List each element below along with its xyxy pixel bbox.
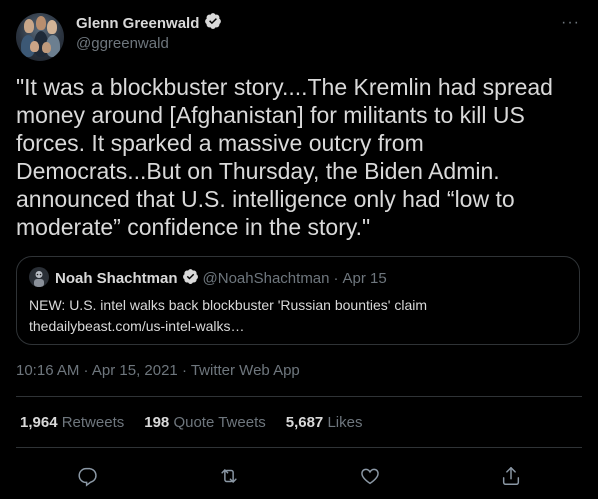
- verified-icon: [204, 12, 222, 35]
- quoted-tweet-header: Noah Shachtman @NoahShachtman · Apr 15: [55, 268, 387, 289]
- action-bar: [0, 462, 598, 492]
- quoted-separator: ·: [333, 270, 339, 287]
- share-icon[interactable]: [500, 465, 522, 487]
- quoted-author-handle: @NoahShachtman: [202, 270, 330, 287]
- tweet-text: "It was a blockbuster story....The Kreml…: [16, 74, 560, 240]
- quote-tweets-stat[interactable]: 198 Quote Tweets: [144, 414, 265, 431]
- like-icon[interactable]: [359, 465, 381, 487]
- quoted-tweet-link[interactable]: thedailybeast.com/us-intel-walks…: [29, 316, 567, 337]
- author-name-row[interactable]: Glenn Greenwald: [76, 12, 222, 35]
- more-icon[interactable]: ···: [561, 14, 580, 32]
- quoted-tweet-text: NEW: U.S. intel walks back blockbuster '…: [29, 297, 428, 313]
- quoted-author-avatar: [29, 267, 49, 287]
- quote-tweets-count: 198: [144, 414, 170, 431]
- quoted-author-name: Noah Shachtman: [55, 270, 178, 287]
- author-handle[interactable]: @ggreenwald: [76, 35, 169, 52]
- retweets-stat[interactable]: 1,964 Retweets: [20, 414, 124, 431]
- likes-stat[interactable]: 5,687 Likes: [286, 414, 363, 431]
- quoted-date: Apr 15: [342, 270, 387, 287]
- divider: [16, 447, 582, 448]
- author-name[interactable]: Glenn Greenwald: [76, 15, 199, 32]
- quoted-tweet-card[interactable]: Noah Shachtman @NoahShachtman · Apr 15 N…: [16, 256, 580, 345]
- reply-icon[interactable]: [77, 465, 99, 487]
- verified-icon: [182, 268, 199, 289]
- likes-count: 5,687: [285, 414, 324, 431]
- tweet-timestamp[interactable]: 10:16 AM · Apr 15, 2021 · Twitter Web Ap…: [16, 362, 300, 379]
- likes-label: Likes: [327, 414, 363, 431]
- author-avatar[interactable]: [16, 13, 64, 61]
- retweets-label: Retweets: [61, 414, 125, 431]
- divider: [16, 396, 582, 397]
- engagement-stats: 1,964 Retweets 198 Quote Tweets 5,687 Li…: [20, 414, 362, 431]
- quoted-tweet-body: NEW: U.S. intel walks back blockbuster '…: [29, 295, 567, 337]
- retweets-count: 1,964: [20, 414, 58, 431]
- retweet-icon[interactable]: [218, 465, 240, 487]
- quote-tweets-label: Quote Tweets: [173, 414, 266, 431]
